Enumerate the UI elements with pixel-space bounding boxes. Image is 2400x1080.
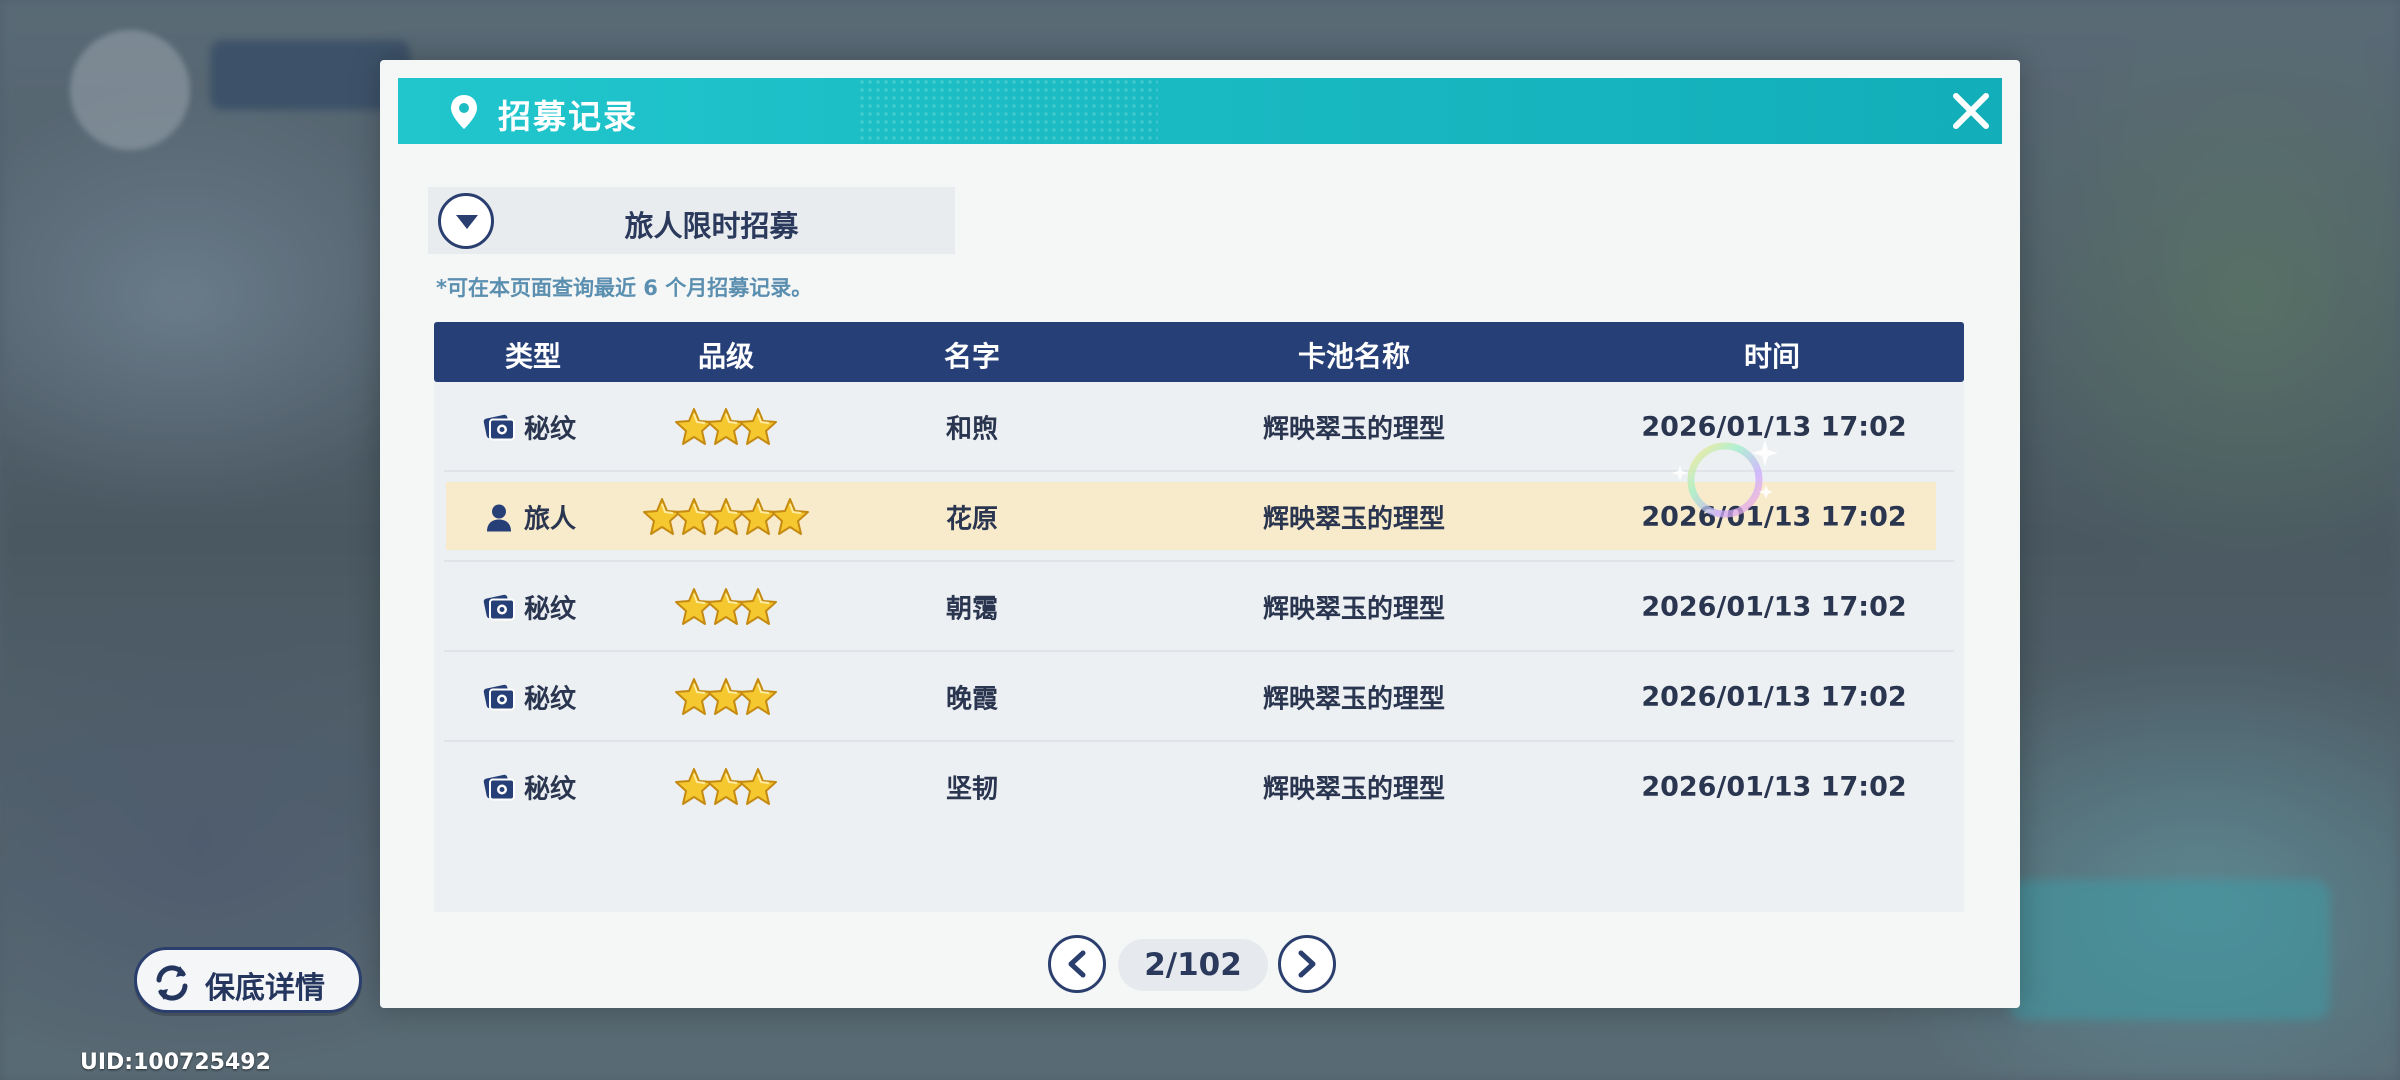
column-header-pool: 卡池名称 bbox=[1297, 340, 1411, 373]
location-pin-icon bbox=[451, 95, 477, 129]
chevron-right-icon bbox=[1298, 950, 1316, 978]
header-dot-pattern bbox=[858, 78, 1158, 144]
next-page-button[interactable] bbox=[1278, 935, 1336, 993]
column-header-rarity: 品级 bbox=[697, 340, 755, 373]
pool-dropdown-label: 旅人限时招募 bbox=[624, 209, 799, 243]
star-icon bbox=[739, 588, 777, 625]
row-time: 2026/01/13 17:02 bbox=[1641, 771, 1907, 803]
row-type: 旅人 bbox=[482, 499, 576, 536]
row-type-label: 秘纹 bbox=[523, 774, 577, 805]
row-type-label: 秘纹 bbox=[523, 594, 577, 625]
row-pool: 辉映翠玉的理型 bbox=[1262, 504, 1446, 535]
row-time: 2026/01/13 17:02 bbox=[1641, 591, 1907, 623]
recruit-table: 类型 品级 名字 卡池名称 时间 秘纹 和煦 辉映翠玉的理型 2026/01/13 1… bbox=[434, 322, 1964, 912]
history-notice: *可在本页面查询最近 6 个月招募记录。 bbox=[436, 276, 813, 300]
card-icon bbox=[483, 414, 515, 440]
row-name: 坚韧 bbox=[945, 774, 999, 805]
row-rarity-stars bbox=[674, 405, 778, 449]
row-time: 2026/01/13 17:02 bbox=[1641, 411, 1907, 443]
previous-page-button[interactable] bbox=[1048, 935, 1106, 993]
row-pool: 辉映翠玉的理型 bbox=[1262, 594, 1446, 625]
star-icon bbox=[739, 408, 777, 445]
star-icon bbox=[771, 498, 809, 535]
column-header-name: 名字 bbox=[943, 340, 1001, 373]
page-indicator: 2/102 bbox=[1118, 939, 1268, 991]
table-header: 类型 品级 名字 卡池名称 时间 bbox=[434, 322, 1964, 382]
row-type: 秘纹 bbox=[482, 769, 576, 806]
close-icon[interactable] bbox=[1946, 86, 1996, 136]
row-pool: 辉映翠玉的理型 bbox=[1262, 414, 1446, 445]
row-time: 2026/01/13 17:02 bbox=[1641, 681, 1907, 713]
row-time: 2026/01/13 17:02 bbox=[1641, 501, 1907, 533]
card-icon bbox=[483, 684, 515, 710]
star-icon bbox=[739, 678, 777, 715]
row-name: 晚霞 bbox=[945, 684, 999, 715]
table-row: 秘纹 晚霞 辉映翠玉的理型 2026/01/13 17:02 bbox=[434, 652, 1964, 742]
row-rarity-stars bbox=[642, 495, 810, 539]
row-name: 和煦 bbox=[945, 414, 999, 445]
pool-dropdown[interactable]: 旅人限时招募 bbox=[428, 187, 955, 254]
table-row: 秘纹 坚韧 辉映翠玉的理型 2026/01/13 17:02 bbox=[434, 742, 1964, 832]
row-type-label: 秘纹 bbox=[523, 414, 577, 445]
row-type: 秘纹 bbox=[482, 679, 576, 716]
row-type-label: 旅人 bbox=[523, 504, 577, 535]
row-rarity-stars bbox=[674, 765, 778, 809]
column-header-time: 时间 bbox=[1743, 340, 1801, 373]
card-icon bbox=[483, 594, 515, 620]
row-type: 秘纹 bbox=[482, 589, 576, 626]
column-header-type: 类型 bbox=[504, 340, 562, 373]
row-rarity-stars bbox=[674, 675, 778, 719]
table-row: 秘纹 和煦 辉映翠玉的理型 2026/01/13 17:02 bbox=[434, 382, 1964, 472]
pity-details-label: 保底详情 bbox=[205, 971, 325, 1006]
pity-details-button[interactable]: 保底详情 bbox=[134, 947, 362, 1013]
chevron-left-icon bbox=[1068, 950, 1086, 978]
row-name: 花原 bbox=[945, 504, 999, 535]
table-row: 秘纹 朝霭 辉映翠玉的理型 2026/01/13 17:02 bbox=[434, 562, 1964, 652]
person-icon bbox=[486, 504, 511, 531]
row-type: 秘纹 bbox=[482, 409, 576, 446]
row-type-label: 秘纹 bbox=[523, 684, 577, 715]
star-icon bbox=[739, 768, 777, 805]
table-row: 旅人 花原 辉映翠玉的理型 2026/01/13 17:02 bbox=[434, 472, 1964, 562]
row-name: 朝霭 bbox=[945, 594, 999, 625]
recruit-record-dialog: 招募记录 旅人限时招募 *可在本页面查询最近 6 个月招募记录。 类型 品级 名… bbox=[380, 60, 2020, 1008]
dialog-title: 招募记录 bbox=[498, 97, 638, 136]
card-icon bbox=[483, 774, 515, 800]
refresh-cycle-icon bbox=[156, 965, 188, 1001]
row-pool: 辉映翠玉的理型 bbox=[1262, 774, 1446, 805]
dialog-header: 招募记录 bbox=[398, 78, 2002, 144]
player-uid: UID:100725492 bbox=[80, 1050, 271, 1075]
row-pool: 辉映翠玉的理型 bbox=[1262, 684, 1446, 715]
row-rarity-stars bbox=[674, 585, 778, 629]
